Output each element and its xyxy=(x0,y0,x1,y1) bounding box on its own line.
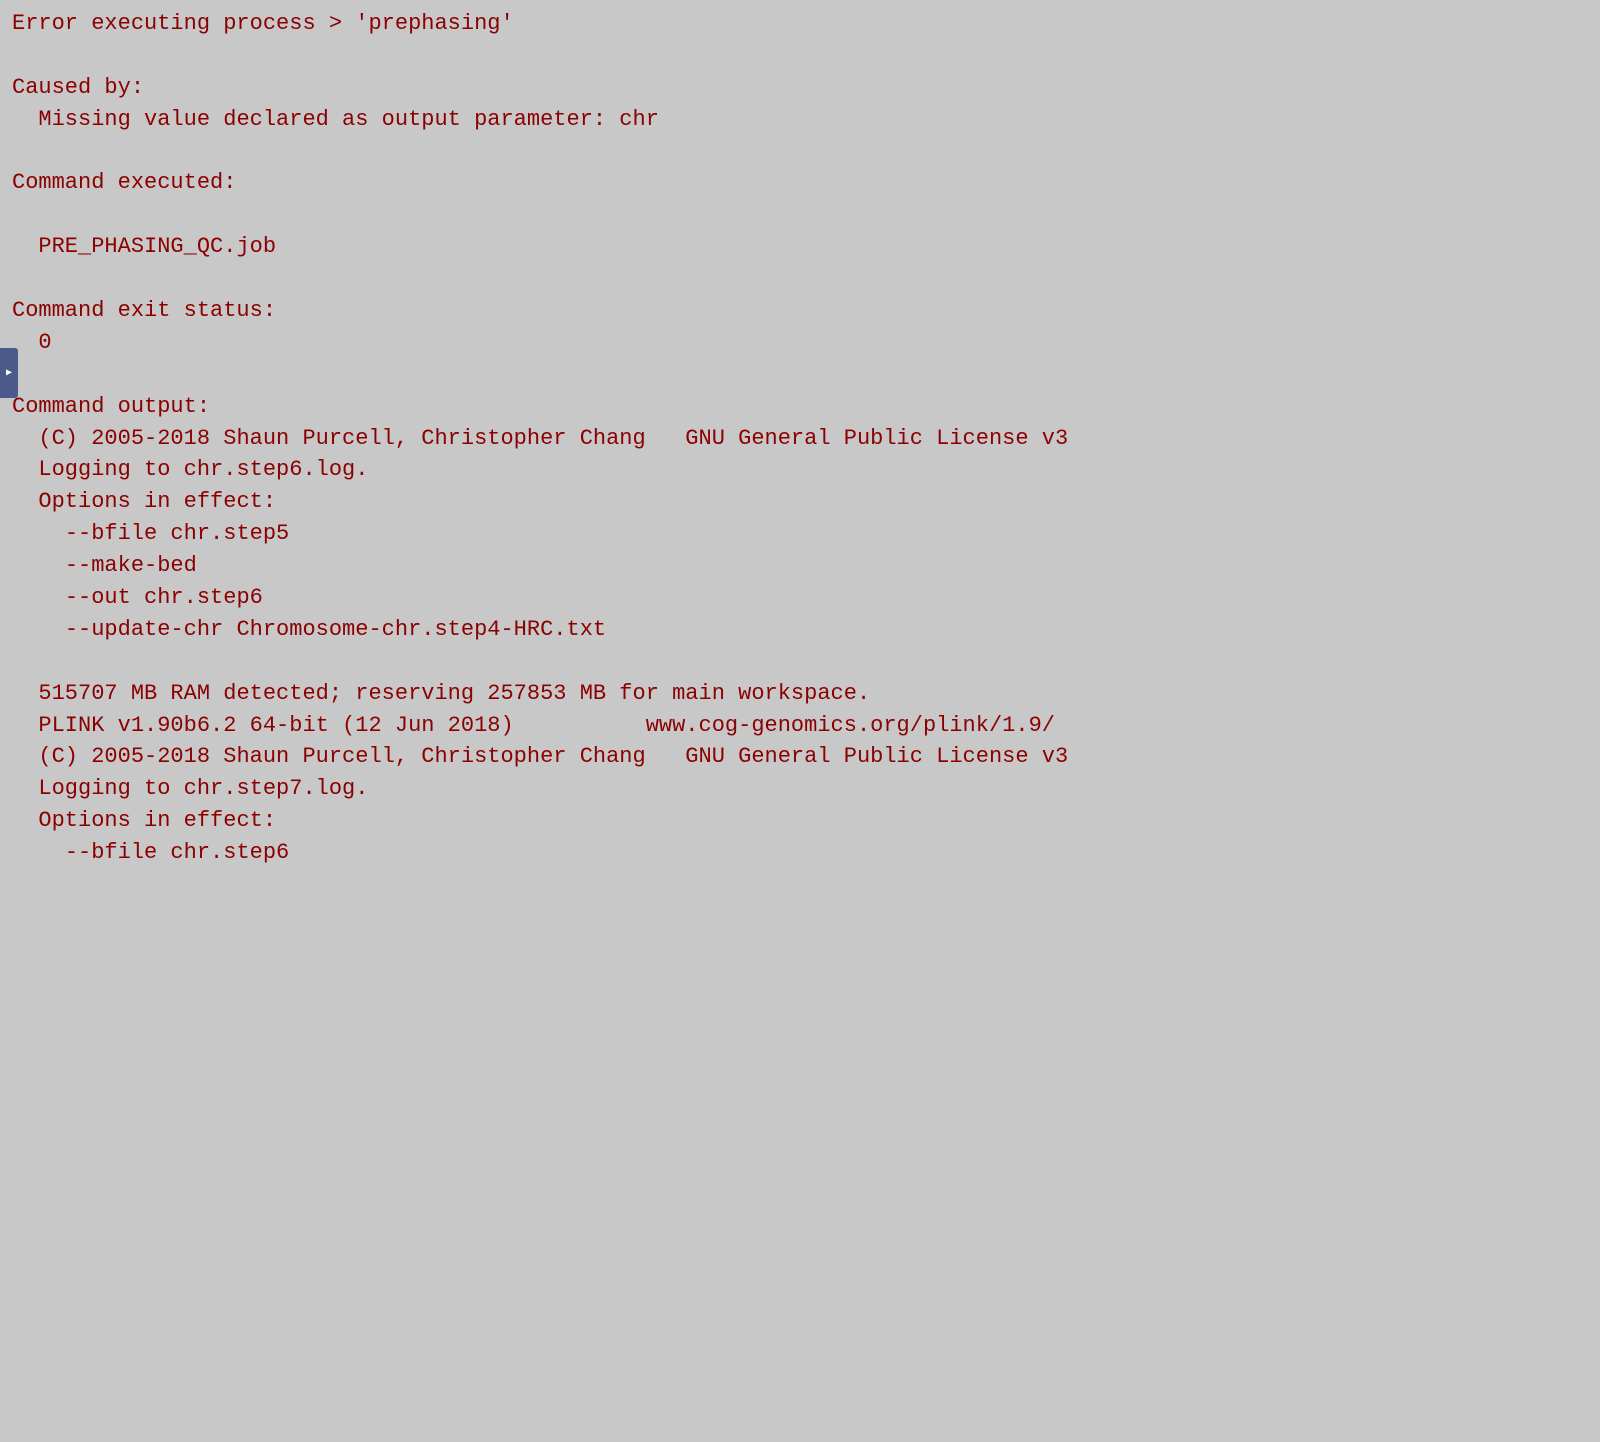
blank-line-6 xyxy=(12,199,1588,231)
plink-copyright2: (C) 2005-2018 Shaun Purcell, Christopher… xyxy=(12,741,1588,773)
blank-line-1 xyxy=(12,40,1588,72)
bfile-step6: --bfile chr.step6 xyxy=(12,837,1588,869)
error-line: Error executing process > 'prephasing' xyxy=(12,8,1588,40)
terminal-output: Error executing process > 'prephasing' Ca… xyxy=(12,8,1588,869)
command-output-label: Command output: xyxy=(12,391,1588,423)
options-in-effect1: Options in effect: xyxy=(12,486,1588,518)
blank-line-8 xyxy=(12,263,1588,295)
command-executed-label: Command executed: xyxy=(12,167,1588,199)
caused-by-label: Caused by: xyxy=(12,72,1588,104)
caused-by-detail: Missing value declared as output paramet… xyxy=(12,104,1588,136)
terminal-container: Error executing process > 'prephasing' Ca… xyxy=(0,0,1600,877)
command-executed-value: PRE_PHASING_QC.job xyxy=(12,231,1588,263)
command-exit-label: Command exit status: xyxy=(12,295,1588,327)
plink-copyright1: (C) 2005-2018 Shaun Purcell, Christopher… xyxy=(12,423,1588,455)
blank-line-11 xyxy=(12,359,1588,391)
out-step6: --out chr.step6 xyxy=(12,582,1588,614)
blank-line-4 xyxy=(12,136,1588,168)
ram-detected: 515707 MB RAM detected; reserving 257853… xyxy=(12,678,1588,710)
logging-step6: Logging to chr.step6.log. xyxy=(12,454,1588,486)
command-exit-value: 0 xyxy=(12,327,1588,359)
make-bed: --make-bed xyxy=(12,550,1588,582)
options-in-effect2: Options in effect: xyxy=(12,805,1588,837)
update-chr: --update-chr Chromosome-chr.step4-HRC.tx… xyxy=(12,614,1588,646)
sidebar-toggle[interactable] xyxy=(0,348,18,398)
blank-line-20 xyxy=(12,646,1588,678)
plink-version: PLINK v1.90b6.2 64-bit (12 Jun 2018) www… xyxy=(12,710,1588,742)
logging-step7: Logging to chr.step7.log. xyxy=(12,773,1588,805)
bfile-step5: --bfile chr.step5 xyxy=(12,518,1588,550)
